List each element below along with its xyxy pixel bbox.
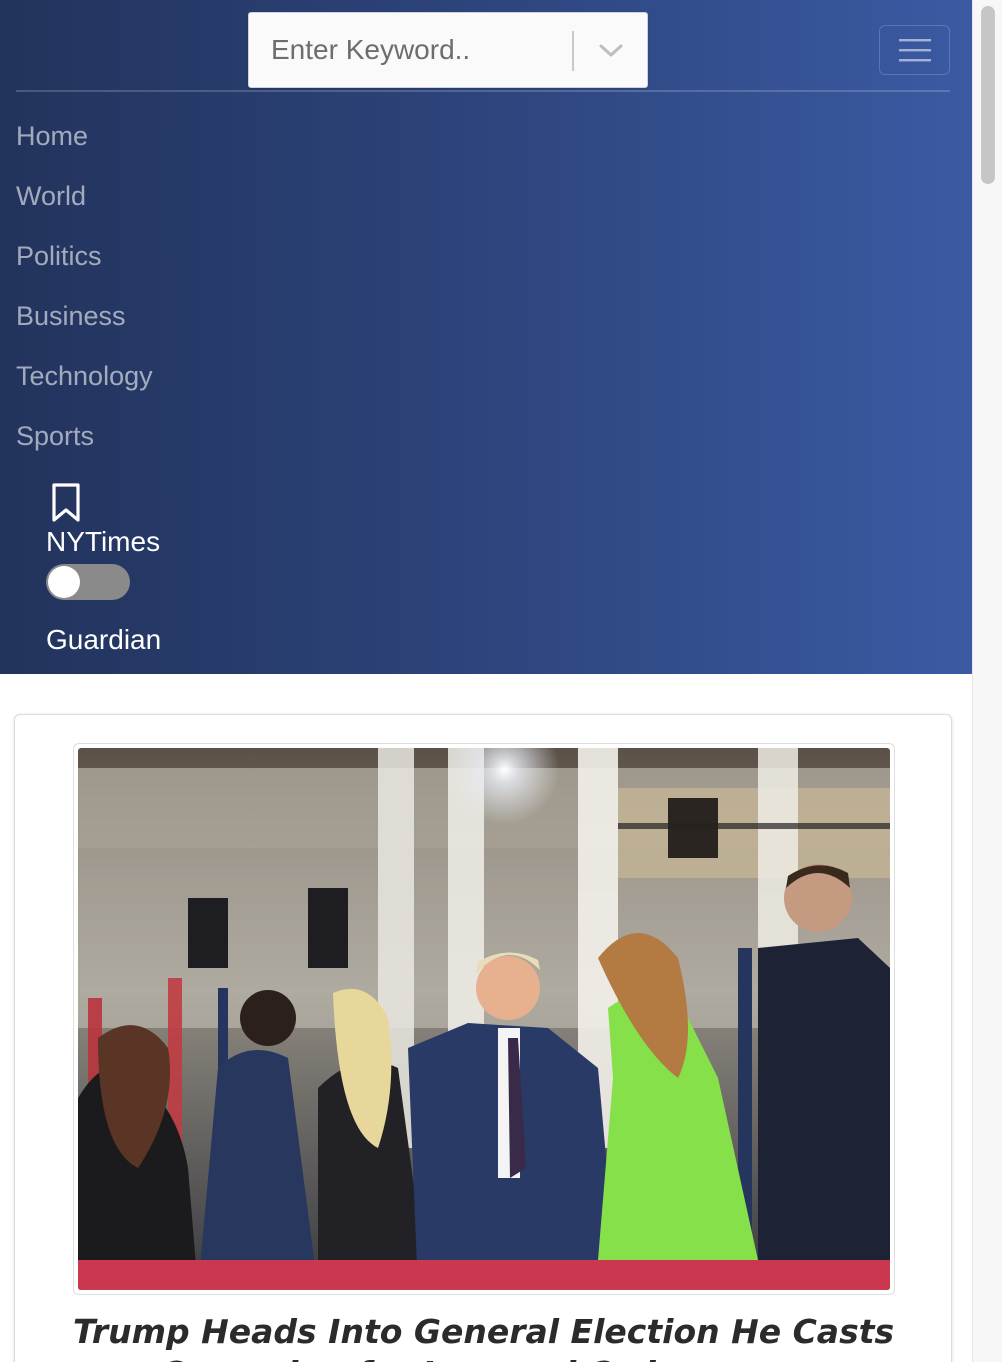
nav-item-politics[interactable]: Politics xyxy=(16,230,153,290)
nav-item-business[interactable]: Business xyxy=(16,290,153,350)
scrollbar[interactable] xyxy=(972,0,1002,1362)
nav-item-home[interactable]: Home xyxy=(16,110,153,170)
source-toggle-switch[interactable] xyxy=(46,564,130,600)
bookmark-icon[interactable] xyxy=(50,482,82,524)
scrollbar-thumb[interactable] xyxy=(981,6,995,184)
source-label-guardian: Guardian xyxy=(46,624,162,655)
nav-divider xyxy=(16,90,950,92)
navbar: Home World Politics Business Technology … xyxy=(0,0,972,674)
hamburger-icon xyxy=(898,39,931,62)
search-input[interactable] xyxy=(255,19,565,81)
nav-item-sports[interactable]: Sports xyxy=(16,410,153,470)
nav-item-technology[interactable]: Technology xyxy=(16,350,153,410)
search-box xyxy=(248,12,648,88)
article-card[interactable]: Trump Heads Into General Election He Cas… xyxy=(14,714,952,1362)
menu-toggle-button[interactable] xyxy=(879,25,950,75)
page: Home World Politics Business Technology … xyxy=(0,0,1002,1362)
source-label-nytimes: NYTimes xyxy=(46,526,161,557)
source-toggle-knob xyxy=(48,566,80,598)
nav-list: Home World Politics Business Technology … xyxy=(16,110,153,470)
nav-item-world[interactable]: World xyxy=(16,170,153,230)
search-dropdown-button[interactable] xyxy=(589,27,633,75)
article-image-frame xyxy=(73,743,895,1295)
article-headline[interactable]: Trump Heads Into General Election He Cas… xyxy=(73,1311,933,1362)
article-photo[interactable] xyxy=(78,748,890,1290)
chevron-down-icon xyxy=(599,44,623,57)
search-divider xyxy=(572,31,574,71)
